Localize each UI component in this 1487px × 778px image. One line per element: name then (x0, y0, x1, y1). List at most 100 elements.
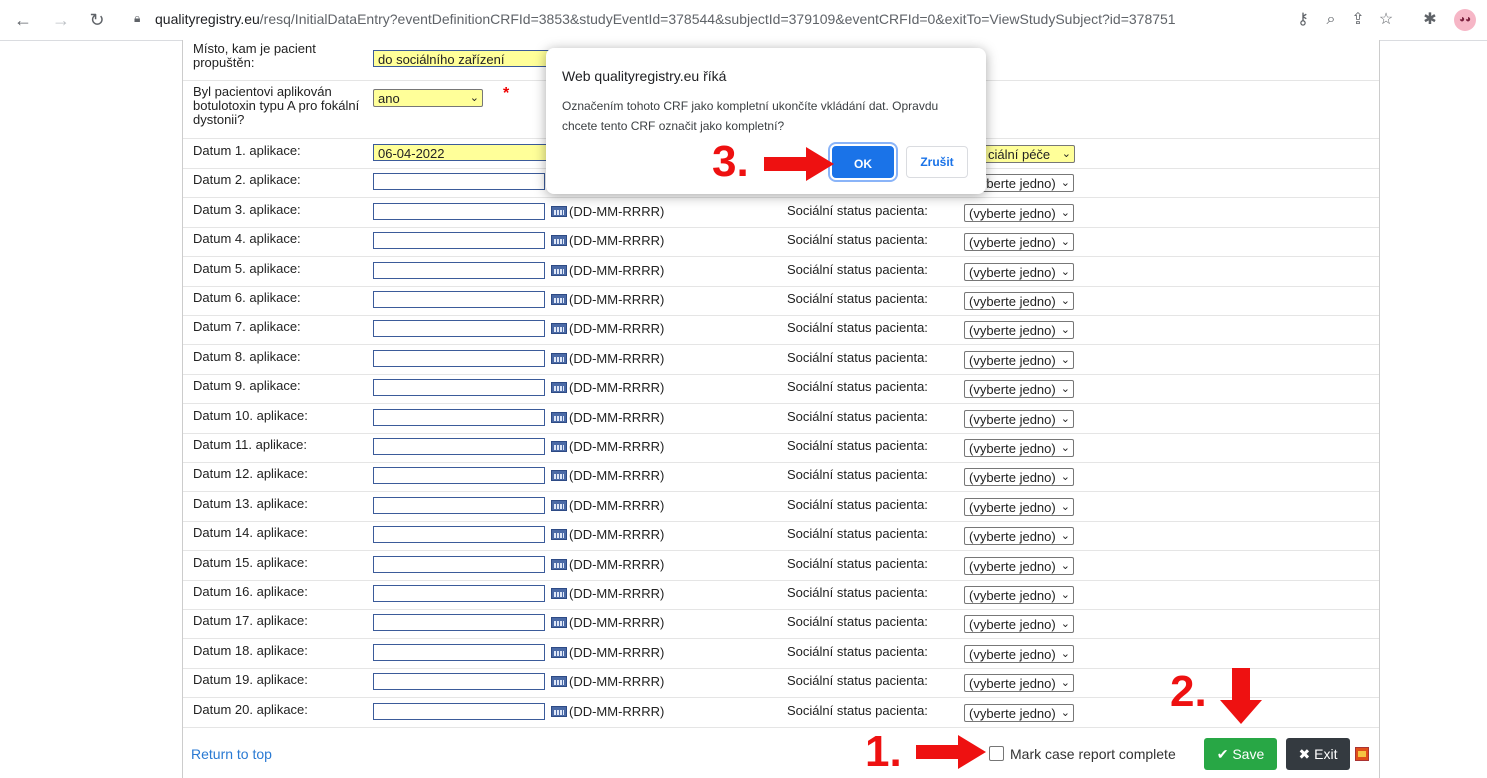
calendar-icon[interactable] (551, 617, 567, 628)
application-date-input[interactable] (373, 585, 545, 602)
dialog-ok-button[interactable]: OK (832, 146, 894, 178)
forward-icon[interactable]: → (50, 10, 72, 30)
return-to-top-link[interactable]: Return to top (191, 746, 272, 762)
save-button[interactable]: ✔ Save (1204, 738, 1277, 770)
date-format-hint: (DD-MM-RRRR) (569, 468, 665, 483)
calendar-icon[interactable] (551, 588, 567, 599)
social-status-select[interactable]: ciální péče ⌄ (983, 145, 1075, 163)
profile-avatar[interactable]: ◕◕ (1454, 9, 1476, 31)
application-date-input[interactable]: 06-04-2022 (373, 144, 549, 161)
application-date-input[interactable] (373, 291, 545, 308)
social-status-select[interactable]: (vyberte jedno) ⌄ (964, 586, 1074, 604)
application-date-label: Datum 15. aplikace: (193, 555, 308, 570)
application-date-input[interactable] (373, 497, 545, 514)
chevron-down-icon: ⌄ (1060, 324, 1070, 336)
social-status-label: Sociální status pacienta: (787, 703, 928, 718)
application-date-input[interactable] (373, 350, 545, 367)
calendar-icon[interactable] (551, 353, 567, 364)
calendar-icon[interactable] (551, 559, 567, 570)
social-status-label: Sociální status pacienta: (787, 556, 928, 571)
application-date-input[interactable] (373, 556, 545, 573)
chevron-down-icon: ⌄ (1060, 177, 1070, 189)
mark-complete-checkbox-label[interactable]: Mark case report complete (989, 746, 1176, 762)
calendar-icon[interactable] (551, 647, 567, 658)
close-icon: ✖ (1298, 746, 1311, 762)
step-3-label: 3. (712, 137, 749, 186)
social-status-select[interactable]: (vyberte jedno) ⌄ (964, 233, 1074, 251)
application-row: Datum 7. aplikace: (DD-MM-RRRR) Sociální s… (183, 315, 1379, 345)
social-status-label: Sociální status pacienta: (787, 291, 928, 306)
discharge-input[interactable]: do sociálního zařízení (373, 50, 549, 67)
discharge-label: Místo, kam je pacient propuštěn: (193, 41, 316, 70)
extensions-icon[interactable]: ✱ (1420, 10, 1440, 30)
exit-button[interactable]: ✖ Exit (1286, 738, 1350, 770)
print-icon[interactable] (1355, 747, 1369, 761)
calendar-icon[interactable] (551, 706, 567, 717)
calendar-icon[interactable] (551, 470, 567, 481)
application-row: Datum 12. aplikace: (DD-MM-RRRR) Sociální … (183, 462, 1379, 492)
social-status-select[interactable]: (vyberte jedno) ⌄ (964, 527, 1074, 545)
social-status-select[interactable]: (vyberte jedno) ⌄ (964, 439, 1074, 457)
social-status-select[interactable]: (vyberte jedno) ⌄ (964, 263, 1074, 281)
calendar-icon[interactable] (551, 382, 567, 393)
social-status-select[interactable]: (vyberte jedno) ⌄ (964, 674, 1074, 692)
calendar-icon[interactable] (551, 235, 567, 246)
application-date-input[interactable] (373, 173, 545, 190)
application-date-label: Datum 7. aplikace: (193, 319, 301, 334)
social-status-select[interactable]: (vyberte jedno) ⌄ (964, 380, 1074, 398)
share-icon[interactable]: ⇪ (1348, 10, 1368, 30)
application-row: Datum 5. aplikace: (DD-MM-RRRR) Sociální s… (183, 257, 1379, 287)
application-date-label: Datum 3. aplikace: (193, 202, 301, 217)
application-date-input[interactable] (373, 438, 545, 455)
social-status-select[interactable]: (vyberte jedno) ⌄ (964, 645, 1074, 663)
mark-complete-checkbox[interactable] (989, 746, 1004, 761)
social-status-select[interactable]: (vyberte jedno) ⌄ (964, 410, 1074, 428)
application-row: Datum 14. aplikace: (DD-MM-RRRR) Sociální … (183, 521, 1379, 551)
social-status-select[interactable]: (vyberte jedno) ⌄ (964, 292, 1074, 310)
social-status-select[interactable]: (vyberte jedno) ⌄ (964, 704, 1074, 722)
application-date-input[interactable] (373, 467, 545, 484)
social-status-select[interactable]: (vyberte jedno) ⌄ (964, 498, 1074, 516)
reload-icon[interactable]: ↻ (86, 10, 108, 30)
social-status-select[interactable]: (vyberte jedno) ⌄ (964, 468, 1074, 486)
social-status-select[interactable]: (vyberte jedno) ⌄ (964, 351, 1074, 369)
application-date-input[interactable] (373, 379, 545, 396)
application-date-input[interactable] (373, 673, 545, 690)
application-date-input[interactable] (373, 262, 545, 279)
date-format-hint: (DD-MM-RRRR) (569, 351, 665, 366)
bookmark-star-icon[interactable]: ☆ (1376, 10, 1396, 30)
calendar-icon[interactable] (551, 441, 567, 452)
calendar-icon[interactable] (551, 323, 567, 334)
botox-select[interactable]: ano ⌄ (373, 89, 483, 107)
calendar-icon[interactable] (551, 500, 567, 511)
social-status-select[interactable]: (vyberte jedno) ⌄ (964, 557, 1074, 575)
calendar-icon[interactable] (551, 412, 567, 423)
application-date-input[interactable] (373, 203, 545, 220)
social-status-select[interactable]: (vyberte jedno) ⌄ (964, 204, 1074, 222)
calendar-icon[interactable] (551, 294, 567, 305)
application-date-input[interactable] (373, 526, 545, 543)
date-format-hint: (DD-MM-RRRR) (569, 586, 665, 601)
calendar-icon[interactable] (551, 265, 567, 276)
social-status-label: Sociální status pacienta: (787, 438, 928, 453)
address-bar[interactable]: 🔒︎ qualityregistry.eu/resq/InitialDataEn… (122, 8, 1267, 32)
dialog-cancel-button[interactable]: Zrušit (906, 146, 968, 178)
zoom-icon[interactable]: ⌕ (1321, 10, 1341, 30)
application-date-input[interactable] (373, 409, 545, 426)
application-row: Datum 18. aplikace: (DD-MM-RRRR) Sociální … (183, 639, 1379, 669)
calendar-icon[interactable] (551, 206, 567, 217)
application-date-input[interactable] (373, 614, 545, 631)
social-status-select[interactable]: (vyberte jedno) ⌄ (964, 321, 1074, 339)
application-date-label: Datum 13. aplikace: (193, 496, 308, 511)
chevron-down-icon: ⌄ (1060, 266, 1070, 278)
key-icon[interactable]: ⚷ (1293, 10, 1313, 30)
calendar-icon[interactable] (551, 676, 567, 687)
back-icon[interactable]: ← (12, 10, 34, 30)
application-date-input[interactable] (373, 703, 545, 720)
social-status-label: Sociální status pacienta: (787, 262, 928, 277)
application-date-input[interactable] (373, 644, 545, 661)
application-date-input[interactable] (373, 232, 545, 249)
social-status-select[interactable]: (vyberte jedno) ⌄ (964, 615, 1074, 633)
application-date-input[interactable] (373, 320, 545, 337)
calendar-icon[interactable] (551, 529, 567, 540)
